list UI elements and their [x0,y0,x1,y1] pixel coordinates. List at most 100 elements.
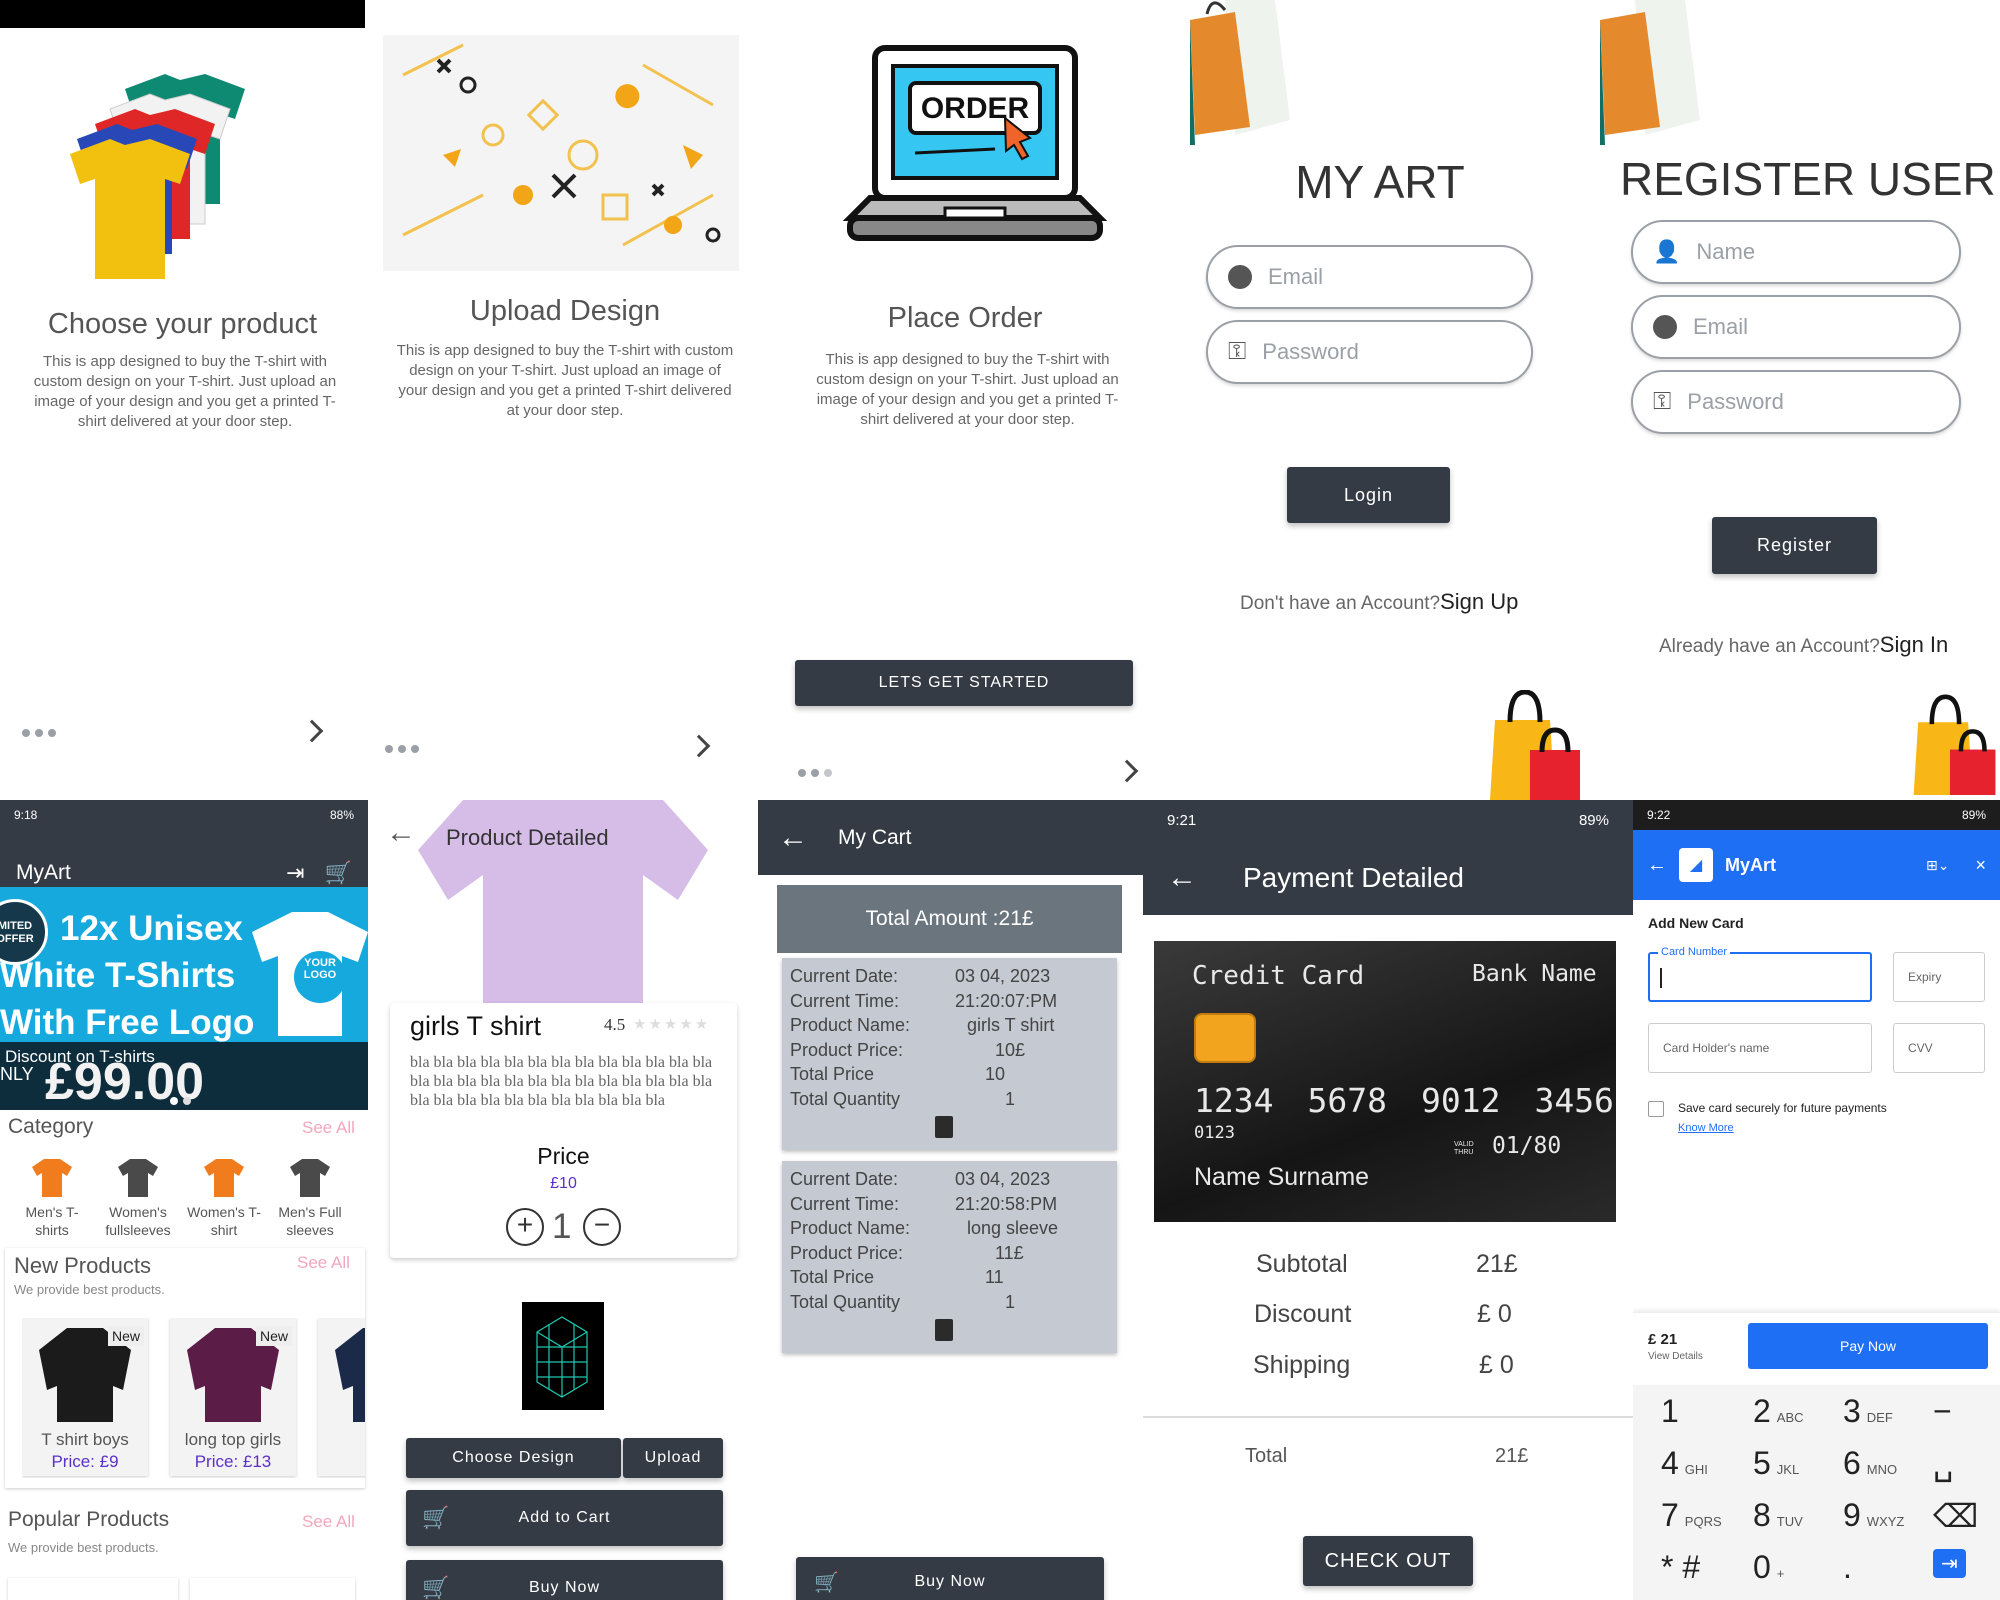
increment-button[interactable]: + [506,1208,544,1246]
back-arrow-icon[interactable]: ← [1647,854,1667,877]
status-time: 9:18 [14,808,38,822]
upload-button[interactable]: Upload [623,1438,723,1478]
expiry-input[interactable]: Expiry [1893,952,1985,1002]
product-list: New T shirt boys Price: £9 New long top girl… [22,1318,365,1478]
category-see-all[interactable]: See All [302,1118,355,1138]
cart-item-row: Product Price: 10£ [790,1040,1109,1065]
card-number-input[interactable]: Card Number [1648,946,1872,1002]
app-bar: ← My Cart [758,800,1143,875]
view-details-link[interactable]: View Details [1648,1351,1703,1362]
page-indicator [798,769,832,777]
shopping-bags-icon [1490,690,1580,800]
signup-prompt: Don't have an Account?Sign Up [1240,589,1518,615]
lets-get-started-button[interactable]: LETS GET STARTED [795,660,1133,706]
logout-icon[interactable]: ⇥ [286,860,304,886]
keypad-key[interactable]: 9 WXYZ [1843,1497,1904,1534]
category-item[interactable]: Men's Full sleeves [273,1155,347,1240]
checkout-button[interactable]: CHECK OUT [1303,1536,1473,1586]
page-title: Product Detailed [446,825,609,850]
bank-name: Bank Name [1472,961,1597,987]
decrement-button[interactable]: − [583,1208,621,1246]
keypad-key[interactable]: 7 PQRS [1661,1497,1722,1534]
password-field[interactable]: ⚿ Password [1631,370,1961,434]
keypad-key[interactable]: ⇥ [1933,1549,1966,1578]
promo-banner[interactable]: MITED OFFER 12x Unisex White T-Shirts Wi… [0,887,368,1110]
keypad-key[interactable]: 3 DEF [1843,1393,1893,1430]
delete-icon[interactable] [935,1116,953,1138]
cart-item-row: Current Time: 21:20:58:PM [790,1194,1109,1219]
category-item[interactable]: Women's fullsleeves [101,1155,175,1240]
keypad-key[interactable]: 8 TUV [1753,1497,1803,1534]
product-card[interactable]: New long top girls Price: £13 [170,1318,296,1476]
name-field[interactable]: 👤 Name [1631,220,1961,284]
save-card-checkbox[interactable] [1648,1101,1664,1117]
popular-see-all[interactable]: See All [302,1512,355,1532]
add-to-cart-button[interactable]: 🛒 Add to Cart [406,1490,723,1546]
keypad-key[interactable]: * # [1661,1549,1706,1586]
back-arrow-icon[interactable]: ← [778,822,808,853]
next-arrow-icon[interactable] [1115,759,1139,783]
buy-now-button[interactable]: 🛒 Buy Now [406,1560,723,1600]
keypad-key[interactable]: 2 ABC [1753,1393,1804,1430]
password-field[interactable]: ⚿ Password [1206,320,1533,384]
keypad-key[interactable]: ⌫ [1933,1497,1984,1535]
holder-input[interactable]: Card Holder's name [1648,1023,1872,1073]
onboarding-description: This is app designed to buy the T-shirt … [33,353,337,430]
popular-product-card[interactable] [8,1578,178,1600]
logo-text: YOUR LOGO [300,957,340,981]
signin-link[interactable]: Sign In [1880,632,1949,657]
category-label: Women's fullsleeves [105,1204,171,1238]
buy-now-button[interactable]: 🛒 Buy Now [796,1557,1104,1600]
delete-icon[interactable] [935,1319,953,1341]
keypad-key[interactable]: 0 + [1753,1549,1784,1586]
shopping-bags-icon [1913,694,1996,795]
product-price: Pr [318,1452,365,1472]
order-laptop-illustration: ORDER [842,45,1108,241]
payment-screen: 9:21 89% ← Payment Detailed Credit Card … [1143,800,1633,1600]
popular-product-card[interactable] [190,1578,355,1600]
keypad-key[interactable]: 5 JKL [1753,1445,1799,1482]
login-button[interactable]: Login [1287,467,1450,523]
pay-now-button[interactable]: Pay Now [1748,1323,1988,1369]
total-label: Total [1245,1445,1288,1467]
keypad-key[interactable]: 1 [1661,1393,1685,1430]
close-icon[interactable]: × [1975,855,1986,876]
choose-design-button[interactable]: Choose Design [406,1438,621,1478]
keypad-key-letters: WXYZ [1866,1514,1905,1529]
product-card[interactable]: boPr [318,1318,365,1476]
cvv-input[interactable]: CVV [1893,1023,1985,1073]
cart-icon[interactable]: 🛒 [325,860,352,886]
keypad-key[interactable]: 6 MNO [1843,1445,1897,1482]
email-field[interactable]: Email [1631,295,1961,359]
onboarding-screen-2: Upload Design This is app designed to bu… [365,0,765,800]
know-more-link[interactable]: Know More [1678,1122,1734,1134]
buy-now-label: Buy Now [914,1573,986,1590]
app-title: MY ART [1295,156,1465,208]
keypad-key[interactable]: . [1843,1549,1858,1586]
design-preview-image [522,1302,604,1410]
card-number-group: 9012 [1420,1081,1501,1120]
email-field[interactable]: Email [1206,245,1533,309]
keypad-key[interactable]: 4 GHI [1661,1445,1708,1482]
new-products-see-all[interactable]: See All [297,1253,350,1273]
status-time: 9:22 [1647,808,1671,822]
keypad-key[interactable]: − [1933,1393,1958,1430]
back-arrow-icon[interactable]: ← [1167,862,1197,893]
next-arrow-icon[interactable] [300,719,324,743]
page-indicator [22,729,56,737]
cart-item-label: Product Price: [790,1242,904,1263]
onboarding-title: Upload Design [469,295,661,327]
category-item[interactable]: Women's T-shirt [187,1155,261,1240]
back-arrow-icon[interactable]: ← [386,818,416,848]
keypad-key-number: 5 [1753,1445,1771,1481]
product-card: girls T shirt 4.5 ★★★★★ bla bla bla bla … [390,1003,737,1258]
next-arrow-icon[interactable] [687,734,711,758]
key-icon: ⚿ [1653,388,1672,415]
product-card[interactable]: New T shirt boys Price: £9 [22,1318,148,1476]
status-bar: 9:21 89% [1143,800,1633,840]
signup-link[interactable]: Sign Up [1440,589,1518,614]
keypad-key[interactable]: ␣ [1933,1445,1959,1483]
language-icon[interactable]: ⊞⌄ [1926,857,1949,874]
category-item[interactable]: Men's T-shirts [15,1155,89,1240]
register-button[interactable]: Register [1712,517,1877,574]
